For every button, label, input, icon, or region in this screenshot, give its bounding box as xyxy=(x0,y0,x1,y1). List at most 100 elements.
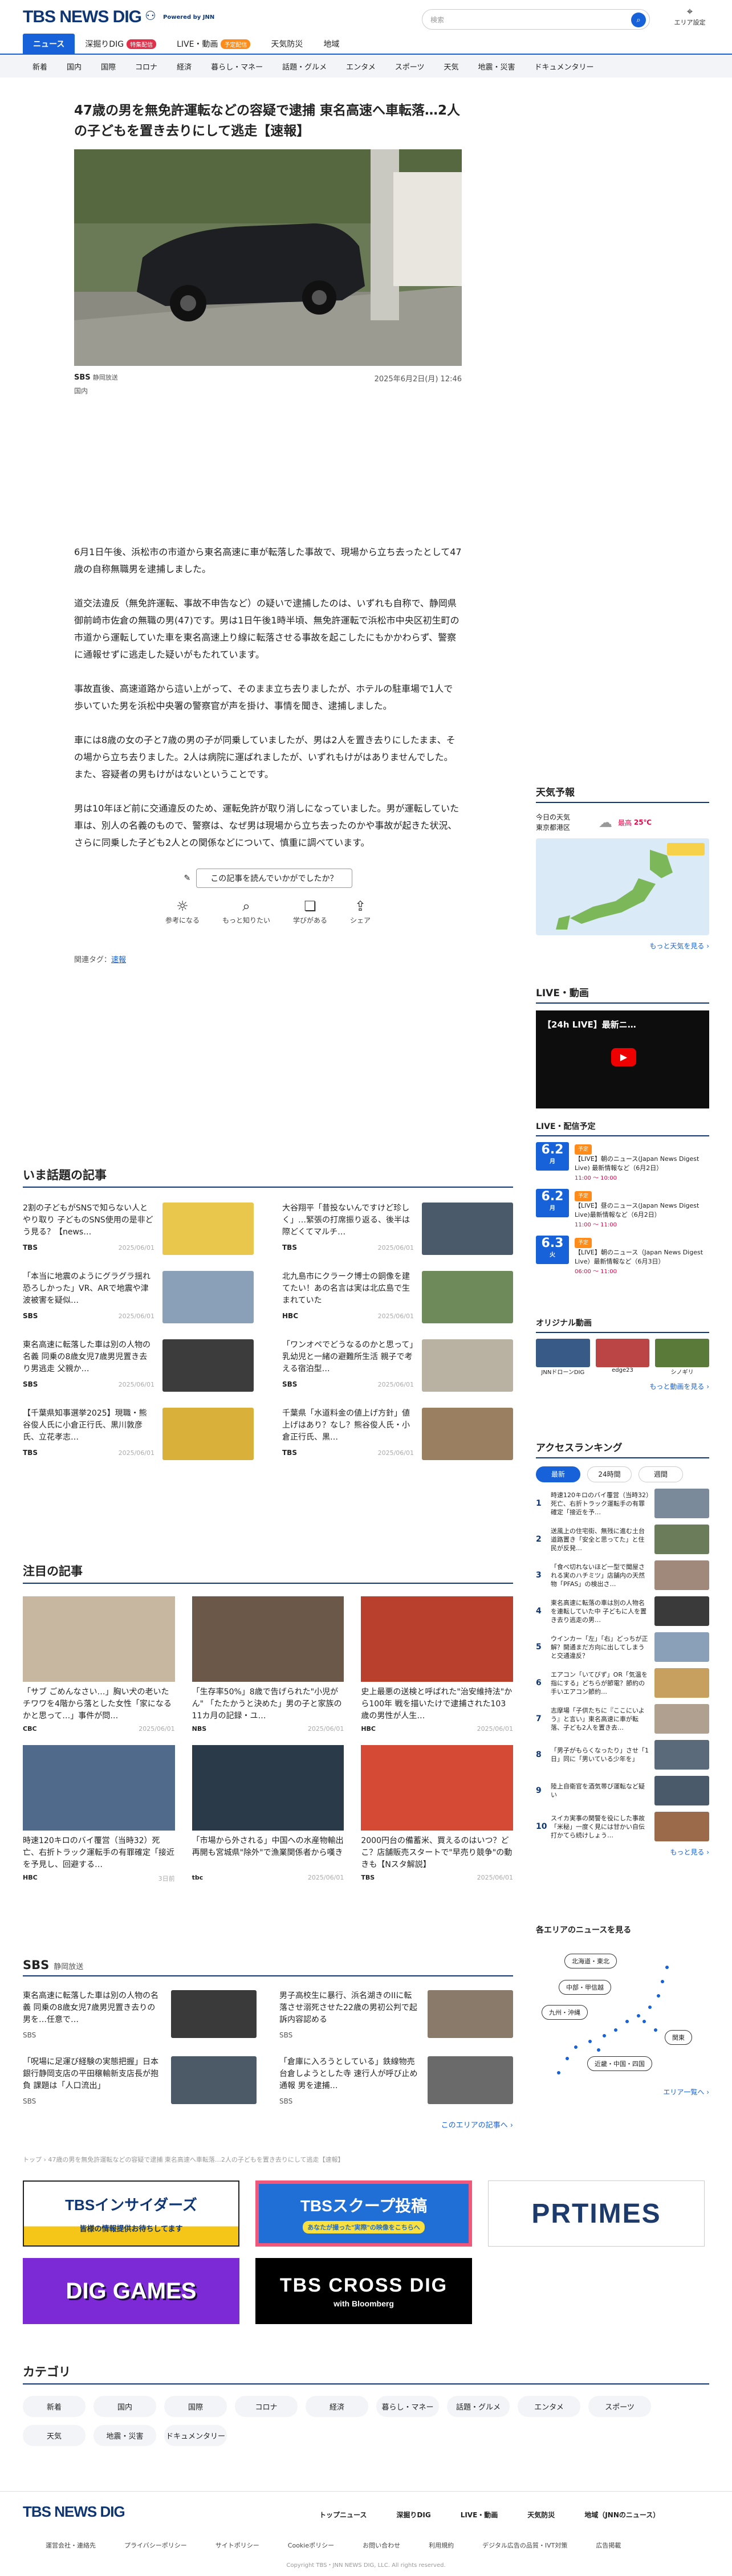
more-videos-link[interactable]: もっと動画を見る › xyxy=(536,1381,709,1391)
search-input[interactable]: 検索 ⌕ xyxy=(422,9,650,30)
subnav-item[interactable]: 経済 xyxy=(167,61,201,72)
original-video-item[interactable]: JNNドローンDIG xyxy=(536,1339,590,1376)
subnav-item[interactable]: エンタメ xyxy=(336,61,385,72)
footer-link[interactable]: 天気防災 xyxy=(527,2510,555,2520)
ranking-tab-weekly[interactable]: 週間 xyxy=(639,1466,683,1482)
original-video-item[interactable]: シノギリ xyxy=(655,1339,710,1376)
ranking-item[interactable]: 10 スイカ実事の関警を役にした事故「米秘」一度く見には甘かい自伝打かてら続けしょ… xyxy=(536,1812,709,1841)
area-list-link[interactable]: エリア一覧へ › xyxy=(536,2087,709,2097)
subnav-item[interactable]: 天気 xyxy=(434,61,468,72)
search-icon[interactable]: ⌕ xyxy=(631,13,646,27)
footer-link[interactable]: LIVE・動画 xyxy=(461,2510,498,2520)
featured-article[interactable]: 2000円台の備蓄米、買えるのはいつ？どこ？店舗販売スタートで"早売り競争"の動… xyxy=(361,1745,513,1883)
banner-pr-times[interactable]: PRTIMES xyxy=(488,2180,705,2247)
footer-link[interactable]: サイトポリシー xyxy=(215,2541,259,2550)
article-category[interactable]: 国内 xyxy=(74,386,462,396)
reaction-want-more-button[interactable]: ⌕ もっと知りたい xyxy=(222,898,270,925)
category-chip[interactable]: 話題・グルメ xyxy=(447,2396,510,2417)
reaction-learned-button[interactable]: ❏ 学びがある xyxy=(293,898,327,925)
trending-article[interactable]: 「ワンオペでどうなるのかと思って」乳幼児と一緒の避難所生活 親子で考える宿泊型…… xyxy=(282,1339,513,1396)
ranking-tab-24h[interactable]: 24時間 xyxy=(587,1466,632,1482)
ranking-item[interactable]: 1 時速120キロのバイ覆営（当時32）死亡、右折トラック運転手の有罪確定「接近を… xyxy=(536,1489,709,1518)
trending-article[interactable]: 北九島市にクラーク博士の銅像を建てたい！あの名言は実は北広島で生まれていた HBC… xyxy=(282,1271,513,1328)
category-chip[interactable]: 天気 xyxy=(23,2425,86,2446)
schedule-item[interactable]: 6.3 火予定 【LIVE】朝のニュース（Japan News Digest Liv… xyxy=(536,1236,709,1277)
area-articles-link[interactable]: このエリアの記事へ › xyxy=(23,2119,513,2130)
weather-map[interactable] xyxy=(536,838,709,935)
category-chip[interactable]: スポーツ xyxy=(588,2396,651,2417)
live-video-player[interactable]: 【24h LIVE】最新ニ… ▶ xyxy=(536,1010,709,1108)
weather-today[interactable]: 今日の天気 東京都港区 ☁ 最高 25℃ xyxy=(536,812,709,833)
footer-link[interactable]: デジタル広告の品質・IVT対策 xyxy=(482,2541,567,2550)
subnav-item[interactable]: ドキュメンタリー xyxy=(525,61,604,72)
banner-tbs-scoop[interactable]: TBSスクープ投稿 あなたが撮った"実際"の映像をこちらへ xyxy=(255,2180,472,2247)
featured-article[interactable]: 「サブ ごめんなさい…」胸い犬の老いたチワワを4階から落とした女性「家になるかと… xyxy=(23,1596,175,1733)
nav-deep-dig[interactable]: 深掘りDIG 特集配信 xyxy=(75,34,166,54)
region-button-chubu[interactable]: 中部・甲信越 xyxy=(559,1980,611,1995)
banner-dig-games[interactable]: DIG GAMES xyxy=(23,2258,239,2324)
more-weather-link[interactable]: もっと天気を見る › xyxy=(536,941,709,951)
banner-tbs-insiders[interactable]: TBSインサイダーズ 皆様の情報提供お待ちしてます xyxy=(23,2180,239,2247)
more-ranking-link[interactable]: もっと見る › xyxy=(536,1847,709,1857)
trending-article[interactable]: 「本当に地震のようにグラグラ揺れ恐ろしかった」VR、ARで地震や津波被害を疑似…… xyxy=(23,1271,254,1328)
subnav-item[interactable]: 地震・災害 xyxy=(469,61,525,72)
subnav-item[interactable]: 話題・グルメ xyxy=(273,61,336,72)
footer-logo[interactable]: TBS NEWS DIG xyxy=(23,2503,125,2521)
featured-article[interactable]: 「生存率50%」8歳で告げられた"小児がん" 「たたかうと決めた」男の子と家族の… xyxy=(192,1596,344,1733)
subnav-item[interactable]: 暮らし・マネー xyxy=(201,61,273,72)
sbs-article[interactable]: 東名高速に転落した車は別の人物の名義 同乗の8歳女児7歳男児置き去りの男を…任意… xyxy=(23,1990,257,2041)
ranking-item[interactable]: 3 「食べ切れないほど一型で聞屋される実のハチミツ」店舗内の天然物「PFAS」の検… xyxy=(536,1560,709,1590)
footer-link[interactable]: トップニュース xyxy=(319,2510,367,2520)
original-video-item[interactable]: edge23 xyxy=(595,1339,650,1376)
ranking-item[interactable]: 6 エアコン「いてびず」OR「気温を指にする」どちらが節電？節約の手いエアコン節約… xyxy=(536,1668,709,1698)
article-thumbnail[interactable] xyxy=(162,1271,254,1323)
category-chip[interactable]: 国際 xyxy=(164,2396,227,2417)
breadcrumb[interactable]: トップ › 47歳の男を無免許運転などの容疑で逮捕 東名高速へ車転落…2人の子ど… xyxy=(23,2155,344,2164)
nav-weather[interactable]: 天気防災 xyxy=(261,34,313,54)
footer-link[interactable]: 地域（JNNのニュース） xyxy=(584,2510,660,2520)
category-chip[interactable]: 経済 xyxy=(306,2396,368,2417)
category-chip[interactable]: 国内 xyxy=(93,2396,156,2417)
ranking-item[interactable]: 4 東名高速に転落の車は別の人物名を連転していた中 子どもに人を置き去り逃走の男… xyxy=(536,1596,709,1626)
sbs-article[interactable]: 男子高校生に暴行、浜名湖きのIIに転落させ溺死させた22歳の男初公判で起訴内容認… xyxy=(279,1990,513,2041)
subnav-item[interactable]: 国際 xyxy=(91,61,125,72)
category-chip[interactable]: 暮らし・マネー xyxy=(376,2396,439,2417)
nav-live[interactable]: LIVE・動画 予定配信 xyxy=(166,34,261,54)
footer-link[interactable]: プライバシーポリシー xyxy=(124,2541,187,2550)
banner-tbs-cross-dig[interactable]: TBS CROSS DIG with Bloomberg xyxy=(255,2258,472,2324)
play-icon[interactable]: ▶ xyxy=(611,1048,636,1066)
share-button[interactable]: ⇪ シェア xyxy=(350,898,371,925)
sbs-article[interactable]: 「呪場に足運び経験の実態把握」日本銀行静岡支店の平田穣輸新支店長が抱負 課題は「… xyxy=(23,2056,257,2108)
article-thumbnail[interactable] xyxy=(162,1203,254,1255)
category-chip[interactable]: 地震・災害 xyxy=(93,2425,156,2446)
region-button-kyushu[interactable]: 九州・沖縄 xyxy=(542,2005,588,2020)
article-source[interactable]: SBS xyxy=(74,373,91,382)
site-logo[interactable]: TBS NEWS DIG xyxy=(23,7,142,27)
nav-region[interactable]: 地域 xyxy=(313,34,349,54)
category-chip[interactable]: 新着 xyxy=(23,2396,86,2417)
subnav-item[interactable]: コロナ xyxy=(125,61,167,72)
article-thumbnail[interactable] xyxy=(422,1339,513,1392)
nav-news[interactable]: ニュース xyxy=(23,34,75,54)
featured-article[interactable]: 史上最悪の送検と呼ばれた"治安維持法"から100年 戦を描いたけで逮捕された10… xyxy=(361,1596,513,1733)
footer-link[interactable]: 運営会社・連絡先 xyxy=(46,2541,96,2550)
trending-article[interactable]: 大谷翔平「昔投ないんですけど珍しく」…緊張の打席振り返る、後半は際どくてマルチ…… xyxy=(282,1203,513,1260)
category-chip[interactable]: エンタメ xyxy=(518,2396,580,2417)
featured-article[interactable]: 「市場から外される」中国への水産物輸出再開も宮城県"除外"で漁業関係者から嘆き t… xyxy=(192,1745,344,1883)
featured-article[interactable]: 時速120キロのバイ覆営（当時32）死亡、右折トラック運転手の有罪確定「接近を予… xyxy=(23,1745,175,1883)
article-thumbnail[interactable] xyxy=(422,1203,513,1255)
region-button-kanto[interactable]: 関東 xyxy=(665,2030,692,2045)
category-chip[interactable]: コロナ xyxy=(235,2396,298,2417)
sbs-article[interactable]: 「倉庫に入ろうとしている」鉄線物売台倉しようとした寺 速行人が呼び止め通報 男を… xyxy=(279,2056,513,2108)
ranking-tab-latest[interactable]: 最新 xyxy=(536,1466,580,1482)
area-setting-button[interactable]: ⌖ エリア設定 xyxy=(673,6,707,27)
footer-link[interactable]: Cookieポリシー xyxy=(288,2541,334,2550)
trending-article[interactable]: 【千葉県知事選挙2025】現職・熊谷俊人氏に小倉正行氏、黒川敦彦氏、立花孝志… T… xyxy=(23,1408,254,1465)
footer-link[interactable]: 広告掲載 xyxy=(596,2541,621,2550)
ranking-item[interactable]: 7 志摩場「子供たちに『ここにいよう』と言い」東名高速に車が転落、子ども2人を置き… xyxy=(536,1704,709,1734)
ranking-item[interactable]: 2 送風上の住宅街、無残に進む土台道路置き「安全と思ってた」と住民が反発… xyxy=(536,1525,709,1554)
schedule-item[interactable]: 6.2 月予定 【LIVE】昼のニュース(Japan News Digest Liv… xyxy=(536,1189,709,1230)
article-thumbnail[interactable] xyxy=(422,1408,513,1460)
trending-article[interactable]: 東名高速に転落した車は別の人物の名義 同乗の8歳女児7歳男児置き去り男逃走 父親… xyxy=(23,1339,254,1396)
footer-link[interactable]: 深掘りDIG xyxy=(396,2510,430,2520)
